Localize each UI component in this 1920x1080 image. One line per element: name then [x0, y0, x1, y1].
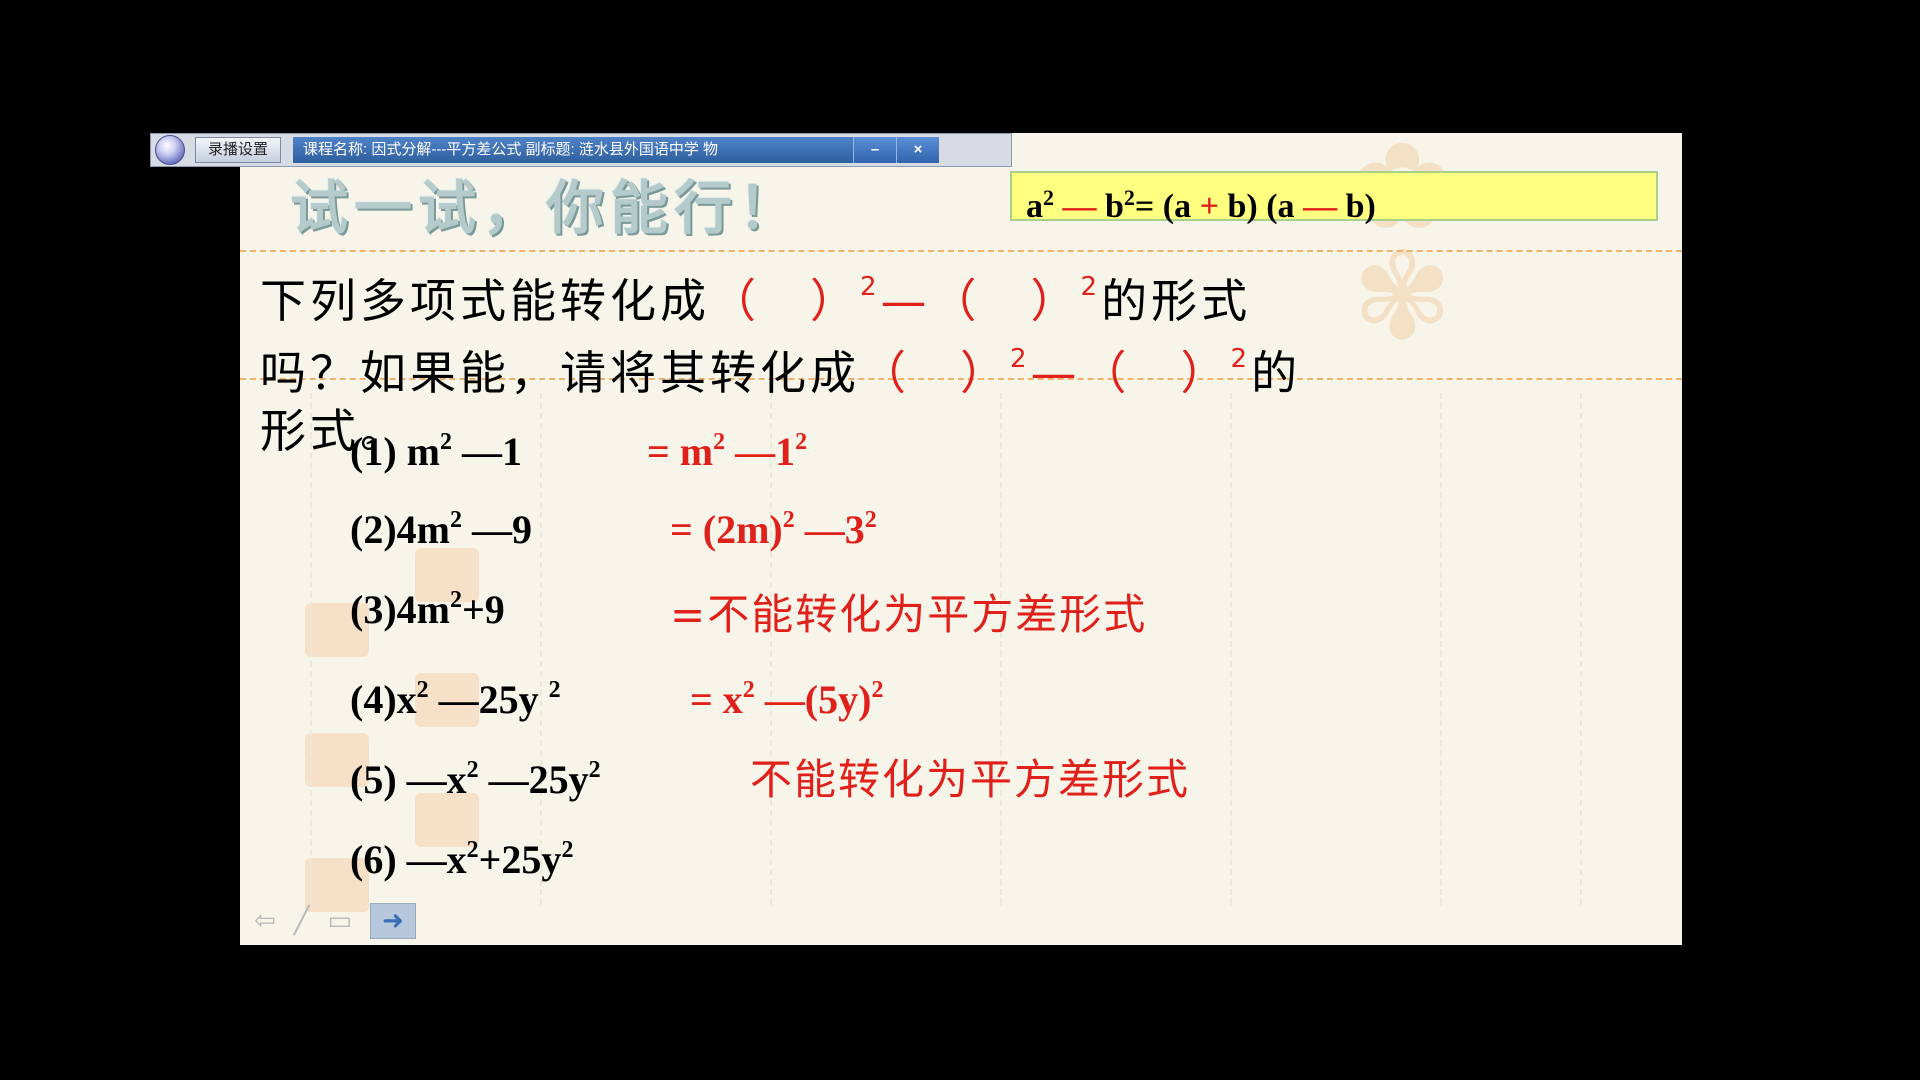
answer-5: 不能转化为平方差形式 — [750, 755, 1191, 804]
menu-icon[interactable]: ▭ — [327, 906, 352, 936]
problem-6: (6) —x2+25y2 — [350, 837, 574, 882]
answer-1: = m2 —12 — [647, 429, 808, 474]
answer-2: = (2m)2 —32 — [670, 507, 877, 552]
problem-1: (1) m2 —1 — [350, 429, 522, 474]
app-logo-icon[interactable] — [155, 135, 185, 165]
pen-icon[interactable]: ╱ — [294, 906, 310, 936]
problem-4: (4)x2 —25y 2 — [350, 677, 561, 722]
formula-box: a2 — b2= (a + b) (a — b) — [1010, 171, 1658, 225]
answer-4: = x2 —(5y)2 — [690, 677, 884, 722]
slide-navigation: ⇦ ╱ ▭ ➜ — [254, 903, 417, 939]
close-button[interactable]: × — [896, 137, 940, 163]
slide-title: 试一试，你能行！ — [290, 174, 803, 242]
problem-2: (2)4m2 —9 — [350, 507, 532, 552]
problem-3: (3)4m2+9 — [350, 587, 505, 632]
problem-5: (5) —x2 —25y2 — [350, 757, 601, 802]
minimize-button[interactable]: – — [853, 137, 897, 163]
slide: ✿✾ 试一试，你能行！ a2 — b2= (a + b) (a — b) 下列多… — [240, 133, 1682, 945]
recording-toolbar: 录播设置 课程名称: 因式分解---平方差公式 副标题: 涟水县外国语中学 物 … — [150, 133, 1012, 167]
next-arrow-icon[interactable]: ➜ — [370, 903, 417, 939]
back-arrow-icon[interactable]: ⇦ — [254, 906, 276, 936]
answer-3: =不能转化为平方差形式 — [670, 590, 1148, 639]
record-settings-button[interactable]: 录播设置 — [195, 137, 282, 163]
course-info-bar: 课程名称: 因式分解---平方差公式 副标题: 涟水县外国语中学 物 — [293, 137, 854, 163]
